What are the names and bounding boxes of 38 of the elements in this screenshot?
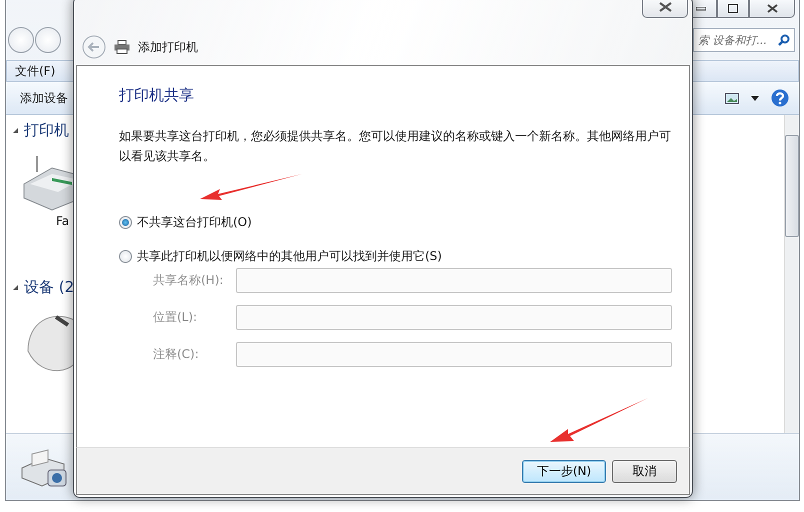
group-title: 打印机	[24, 121, 69, 140]
add-device-button[interactable]: 添加设备	[20, 90, 68, 106]
field-label: 共享名称(H):	[153, 272, 224, 289]
menu-item[interactable]: 文件(F)	[15, 62, 56, 80]
input-field[interactable]	[236, 268, 672, 293]
field-label: 注释(C):	[153, 346, 200, 363]
close-icon	[766, 4, 778, 13]
close-button[interactable]	[749, 0, 795, 18]
cancel-button[interactable]: 取消	[612, 460, 677, 482]
maximize-icon	[728, 4, 738, 13]
search-field[interactable]: 索 设备和打...	[693, 28, 795, 52]
expand-icon[interactable]	[12, 127, 19, 134]
scrollbar[interactable]	[784, 115, 799, 433]
device-label: Fa	[56, 214, 70, 228]
next-button[interactable]: 下一步(N)	[522, 460, 606, 482]
printer-icon	[114, 40, 130, 54]
field-label: 位置(L):	[153, 309, 198, 326]
dropdown-caret-icon[interactable]	[751, 96, 759, 100]
close-icon	[658, 2, 672, 12]
forward-button[interactable]	[35, 27, 61, 53]
radio-button[interactable]	[119, 250, 132, 262]
back-button[interactable]	[8, 27, 34, 53]
close-button[interactable]	[642, 0, 688, 18]
search-icon	[778, 34, 790, 46]
help-icon[interactable]	[771, 89, 789, 107]
input-field[interactable]	[236, 305, 672, 330]
expand-icon[interactable]	[12, 284, 19, 291]
group-title: 设备 (2	[24, 278, 74, 297]
radio-label[interactable]: 不共享这台打印机(O)	[137, 214, 252, 230]
radio-button[interactable]	[119, 216, 132, 228]
input-field[interactable]	[236, 342, 672, 367]
image-icon[interactable]	[725, 92, 739, 104]
page-heading: 打印机共享	[119, 86, 195, 105]
minimize-icon	[696, 6, 706, 10]
dialog-title: 添加打印机	[138, 38, 198, 56]
maximize-button[interactable]	[717, 0, 749, 18]
description: 如果要共享这台打印机，您必须提供共享名。您可以使用建议的名称或键入一个新名称。其他网络用户可以看见该共享名。	[119, 128, 672, 165]
radio-label[interactable]: 共享此打印机以便网络中的其他用户可以找到并使用它(S)	[137, 248, 442, 264]
